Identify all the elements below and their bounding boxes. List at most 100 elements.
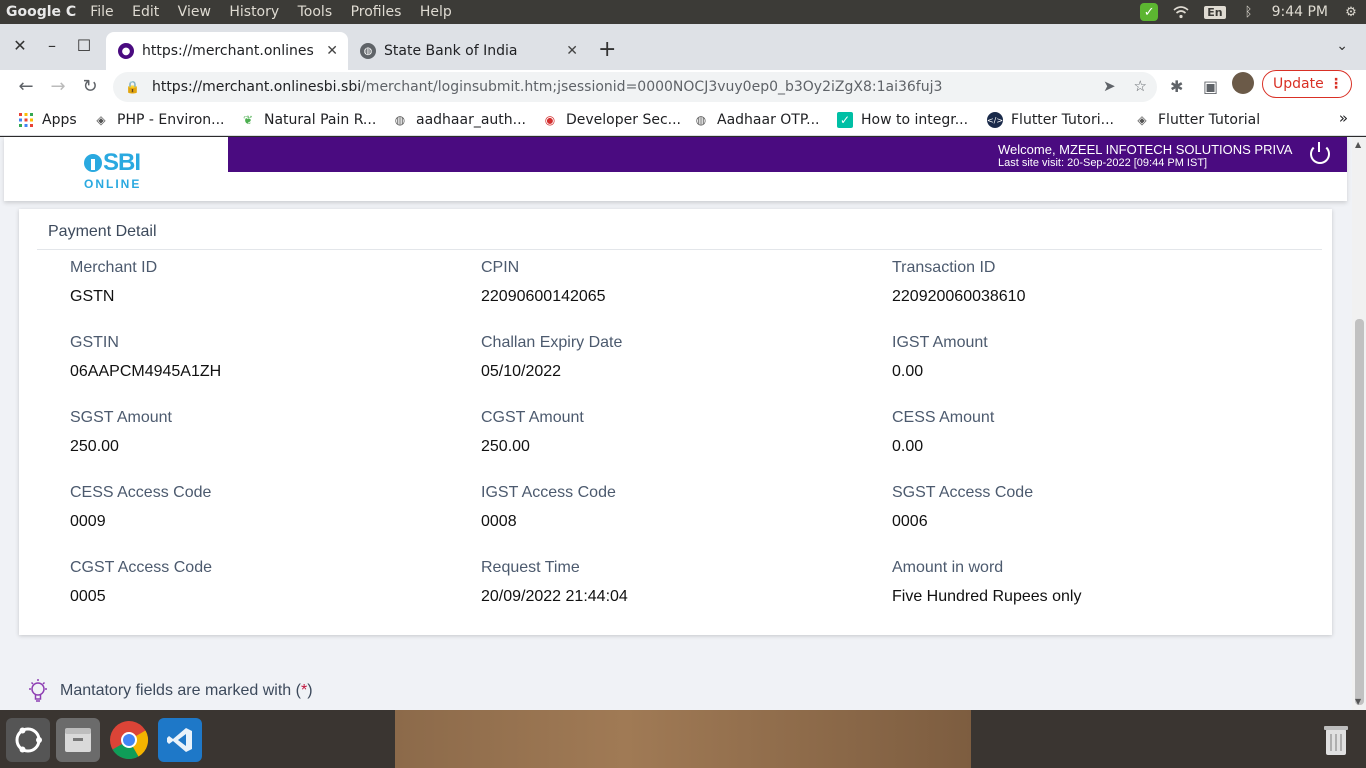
checkbox-icon: ✓ [837, 112, 853, 128]
browser-toolbar: ← → ↻ 🔒 https://merchant.onlinesbi.sbi/m… [0, 70, 1366, 106]
field-label: IGST Amount [892, 334, 988, 351]
reload-icon[interactable]: ↻ [78, 76, 102, 97]
field-label: Amount in word [892, 559, 1004, 576]
window-close-icon[interactable]: ✕ [10, 36, 30, 55]
keyboard-language-indicator[interactable]: En [1204, 5, 1226, 19]
field-cess-access-code: CESS Access Code 0009 [70, 484, 450, 531]
back-arrow-icon[interactable]: ← [14, 76, 38, 97]
field-value: 06AAPCM4945A1ZH [70, 363, 222, 380]
field-label: CESS Access Code [70, 484, 212, 501]
url-text[interactable]: https://merchant.onlinesbi.sbi/merchant/… [152, 79, 942, 95]
address-bar[interactable]: 🔒 https://merchant.onlinesbi.sbi/merchan… [113, 72, 1157, 102]
field-value: 0.00 [892, 363, 924, 380]
field-sgst-amount: SGST Amount 250.00 [70, 409, 450, 456]
field-value: 250.00 [481, 438, 530, 455]
menu-edit[interactable]: Edit [132, 4, 159, 20]
menu-help[interactable]: Help [420, 4, 452, 20]
chrome-icon[interactable] [107, 718, 151, 762]
bookmark-apps[interactable]: Apps [18, 109, 77, 131]
sbi-header: SBI ONLINE Welcome, MZEEL INFOTECH SOLUT… [4, 137, 1347, 201]
tab-close-icon[interactable]: ✕ [566, 43, 578, 59]
tab-search-chevron-icon[interactable]: ⌄ [1336, 38, 1348, 54]
more-menu-icon[interactable]: ⋮ [1329, 76, 1343, 92]
field-value: 20/09/2022 21:44:04 [481, 588, 628, 605]
field-value: Five Hundred Rupees only [892, 588, 1082, 605]
bookmark-flutter-tutorial-2[interactable]: ◈ Flutter Tutorial [1134, 109, 1260, 131]
field-cgst-access-code: CGST Access Code 0005 [70, 559, 450, 606]
bookmark-developer-sec[interactable]: ◉ Developer Sec... [542, 109, 681, 131]
bookmark-aadhaar-auth[interactable]: ◍ aadhaar_auth... [392, 109, 526, 131]
tab-state-bank[interactable]: ◍ State Bank of India ✕ [348, 32, 588, 70]
trash-icon[interactable] [1314, 718, 1358, 762]
mandatory-text: Mantatory fields are marked with ( [60, 682, 301, 699]
tab-close-icon[interactable]: ✕ [326, 43, 338, 59]
field-label: CESS Amount [892, 409, 995, 426]
update-label: Update [1273, 76, 1324, 92]
field-challan-expiry: Challan Expiry Date 05/10/2022 [481, 334, 861, 381]
field-label: CGST Amount [481, 409, 584, 426]
os-top-bar: Google C File Edit View History Tools Pr… [0, 0, 1366, 24]
page-scrollbar[interactable]: ▲ ▼ [1352, 137, 1366, 710]
leaf-icon: ❦ [242, 113, 254, 127]
side-panel-icon[interactable]: ▣ [1203, 77, 1218, 96]
sbi-logo[interactable]: SBI ONLINE [84, 149, 154, 191]
menu-view[interactable]: View [178, 4, 211, 20]
clock[interactable]: 9:44 PM [1272, 4, 1328, 20]
mandatory-note: Mantatory fields are marked with (*) [26, 677, 313, 705]
field-value: 0009 [70, 513, 106, 530]
field-cpin: CPIN 22090600142065 [481, 259, 861, 306]
bluetooth-icon[interactable]: ᛒ [1240, 3, 1258, 21]
field-label: IGST Access Code [481, 484, 616, 501]
profile-avatar[interactable] [1232, 72, 1254, 94]
new-tab-plus-icon[interactable]: + [598, 37, 616, 62]
field-value: 05/10/2022 [481, 363, 562, 380]
bookmarks-overflow-icon[interactable]: » [1339, 109, 1348, 127]
scroll-up-arrow-icon[interactable]: ▲ [1355, 140, 1361, 149]
send-tab-icon[interactable]: ➤ [1103, 77, 1116, 95]
field-value: GSTN [70, 288, 115, 305]
payment-detail-card: Payment Detail Merchant ID GSTN CPIN 220… [19, 209, 1332, 635]
menu-history[interactable]: History [229, 4, 279, 20]
scroll-down-arrow-icon[interactable]: ▼ [1355, 697, 1361, 706]
diamond-icon: ◈ [96, 113, 106, 127]
menu-tools[interactable]: Tools [298, 4, 333, 20]
lock-icon[interactable]: 🔒 [125, 80, 140, 94]
menu-profiles[interactable]: Profiles [351, 4, 402, 20]
update-notifier-icon[interactable]: ✓ [1140, 3, 1159, 21]
extensions-puzzle-icon[interactable]: ✱ [1170, 77, 1183, 96]
field-sgst-access-code: SGST Access Code 0006 [892, 484, 1272, 531]
forward-arrow-icon[interactable]: → [46, 76, 70, 97]
scroll-thumb[interactable] [1355, 319, 1364, 705]
bookmark-flutter-tutorial-1[interactable]: </> Flutter Tutori... [987, 109, 1114, 131]
bookmark-how-to-integrate[interactable]: ✓ How to integr... [837, 109, 968, 131]
settings-gear-icon[interactable]: ⚙ [1342, 3, 1360, 21]
diamond-icon: ◈ [1137, 113, 1147, 127]
code-icon: </> [987, 112, 1003, 128]
bookmark-label: Flutter Tutorial [1158, 112, 1261, 128]
bookmark-label: Natural Pain R... [264, 112, 377, 128]
tab-title: State Bank of India [384, 43, 518, 59]
tab-merchant[interactable]: ● https://merchant.onlines ✕ [106, 32, 348, 70]
vscode-icon[interactable] [158, 718, 202, 762]
wifi-icon[interactable] [1172, 3, 1190, 21]
bookmark-natural-pain[interactable]: ❦ Natural Pain R... [240, 109, 376, 131]
files-icon[interactable] [56, 718, 100, 762]
window-maximize-icon[interactable]: ☐ [74, 36, 94, 55]
field-gstin: GSTIN 06AAPCM4945A1ZH [70, 334, 450, 381]
bookmark-php-environ[interactable]: ◈ PHP - Environ... [93, 109, 224, 131]
window-minimize-icon[interactable]: – [42, 36, 62, 55]
ubuntu-launcher-icon[interactable] [6, 718, 50, 762]
field-amount-in-word: Amount in word Five Hundred Rupees only [892, 559, 1272, 606]
lightbulb-icon [29, 679, 47, 702]
menu-file[interactable]: File [90, 4, 113, 20]
field-label: Request Time [481, 559, 580, 576]
update-button[interactable]: Update ⋮ [1262, 70, 1352, 98]
bookmark-label: How to integr... [861, 112, 969, 128]
bookmark-aadhaar-otp[interactable]: ◍ Aadhaar OTP... [693, 109, 820, 131]
field-merchant-id: Merchant ID GSTN [70, 259, 450, 306]
bookmark-star-icon[interactable]: ☆ [1134, 77, 1147, 95]
logout-power-icon[interactable] [1310, 142, 1330, 164]
sbi-keyhole-icon [84, 154, 102, 172]
bookmark-label: Aadhaar OTP... [717, 112, 820, 128]
card-title: Payment Detail [48, 223, 157, 240]
